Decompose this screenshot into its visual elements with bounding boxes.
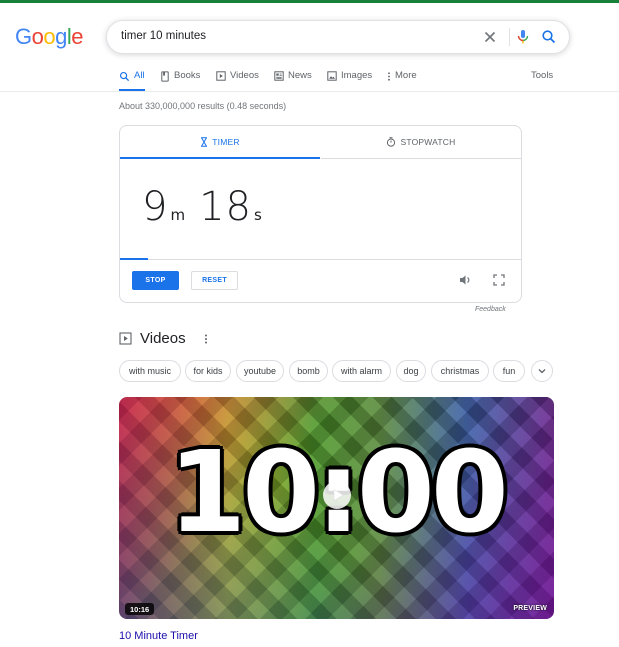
- logo-letter: o: [31, 24, 44, 49]
- feedback-link[interactable]: Feedback: [475, 306, 506, 313]
- video-title-link[interactable]: 10 Minute Timer: [119, 630, 198, 642]
- hourglass-icon: [201, 136, 208, 147]
- timer-seconds: 18: [199, 184, 252, 230]
- tab-videos[interactable]: Videos: [216, 70, 259, 91]
- more-vert-icon: [388, 72, 390, 81]
- logo-letter: o: [43, 24, 56, 49]
- chip-christmas[interactable]: christmas: [431, 360, 489, 382]
- close-icon[interactable]: [480, 27, 500, 47]
- chip-with-alarm[interactable]: with alarm: [332, 360, 391, 382]
- tab-stopwatch-label: STOPWATCH: [400, 137, 456, 147]
- news-icon: [274, 71, 284, 81]
- tab-timer-label: TIMER: [212, 136, 240, 147]
- tab-news[interactable]: News: [274, 70, 312, 91]
- play-icon[interactable]: [322, 480, 352, 510]
- search-box[interactable]: timer 10 minutes: [106, 20, 570, 54]
- book-icon: [161, 71, 169, 82]
- tab-label: Videos: [230, 70, 259, 81]
- timer-progress-track: [120, 259, 521, 260]
- logo-letter: g: [55, 24, 67, 49]
- tab-label: More: [395, 70, 417, 81]
- tab-label: Images: [341, 70, 373, 81]
- search-divider: [509, 28, 510, 46]
- tab-all[interactable]: All: [119, 70, 145, 91]
- volume-icon[interactable]: [458, 273, 472, 287]
- preview-label: PREVIEW: [513, 605, 547, 612]
- chip-with-music[interactable]: with music: [119, 360, 181, 382]
- videos-header: Videos: [119, 330, 208, 347]
- tab-images[interactable]: Images: [327, 70, 372, 91]
- reset-button[interactable]: RESET: [191, 271, 238, 290]
- stopwatch-icon: [387, 137, 396, 147]
- image-icon: [327, 71, 337, 81]
- fullscreen-icon[interactable]: [492, 273, 506, 287]
- stop-button[interactable]: STOP: [132, 271, 179, 290]
- video-icon: [119, 332, 132, 345]
- tab-label: Books: [174, 70, 201, 81]
- chip-fun[interactable]: fun: [493, 360, 525, 382]
- tab-stopwatch[interactable]: STOPWATCH: [321, 126, 521, 159]
- video-duration-badge: 10:16: [125, 603, 155, 615]
- logo-letter: G: [15, 24, 32, 49]
- tab-books[interactable]: Books: [160, 70, 200, 91]
- tab-label: All: [134, 70, 145, 81]
- search-icon[interactable]: [539, 27, 559, 47]
- tab-timer[interactable]: TIMER: [120, 126, 320, 159]
- video-icon: [216, 71, 226, 81]
- chip-bomb[interactable]: bomb: [289, 360, 328, 382]
- timer-card: TIMER STOPWATCH 9 m 18 s STOP RESET: [119, 125, 522, 303]
- chevron-down-icon: [538, 369, 546, 374]
- search-icon: [119, 71, 130, 82]
- videos-heading: Videos: [140, 330, 186, 347]
- search-input[interactable]: timer 10 minutes: [121, 30, 206, 42]
- chip-dog[interactable]: dog: [396, 360, 426, 382]
- timer-progress-fill: [120, 258, 148, 260]
- chip-youtube[interactable]: youtube: [236, 360, 284, 382]
- top-accent-bar: [0, 0, 619, 3]
- more-vert-icon[interactable]: [204, 333, 208, 345]
- tab-more[interactable]: More: [387, 70, 417, 91]
- chip-for-kids[interactable]: for kids: [185, 360, 231, 382]
- tools-button[interactable]: Tools: [531, 70, 553, 81]
- microphone-icon[interactable]: [513, 27, 533, 47]
- timer-minutes-unit: m: [170, 206, 186, 224]
- result-stats: About 330,000,000 results (0.48 seconds): [119, 101, 287, 111]
- tab-label: News: [288, 70, 312, 81]
- header-divider: [0, 91, 619, 92]
- google-logo[interactable]: Google: [15, 24, 84, 50]
- chips-next-button[interactable]: [531, 360, 553, 382]
- video-thumbnail[interactable]: 10:00 10:16 PREVIEW: [119, 397, 554, 619]
- timer-minutes: 9: [142, 184, 169, 230]
- timer-display[interactable]: 9 m 18 s: [142, 184, 276, 230]
- logo-letter: e: [71, 24, 84, 49]
- timer-seconds-unit: s: [253, 206, 262, 224]
